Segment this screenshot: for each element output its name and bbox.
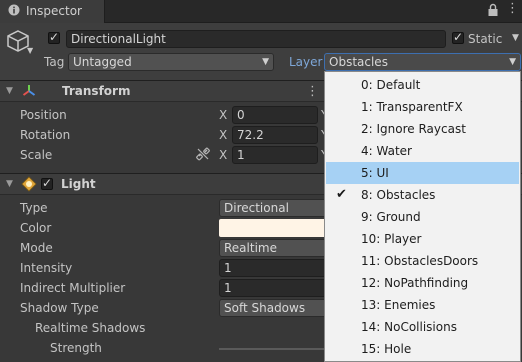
tab-inspector[interactable]: Inspector xyxy=(0,0,105,23)
foldout-arrow-icon[interactable]: ▼ xyxy=(6,179,13,189)
realtime-shadows-label: Realtime Shadows xyxy=(35,321,146,335)
layer-menu-item[interactable]: 11: ObstaclesDoors xyxy=(326,250,519,272)
layer-menu-item-label: 5: UI xyxy=(361,166,389,180)
layer-label: Layer xyxy=(289,55,323,69)
strength-label: Strength xyxy=(50,341,102,355)
checkmark-icon: ✔ xyxy=(336,187,347,202)
scale-x-label[interactable]: X xyxy=(219,148,227,162)
rotation-x-label[interactable]: X xyxy=(219,128,227,142)
layer-menu-item[interactable]: 5: UI xyxy=(326,162,519,184)
shadow-type-dropdown[interactable]: Soft Shadows xyxy=(219,299,329,317)
layer-menu-item[interactable]: 2: Ignore Raycast xyxy=(326,118,519,140)
active-checkbox[interactable] xyxy=(48,30,60,44)
layer-menu-item-label: 11: ObstaclesDoors xyxy=(361,254,479,268)
layer-menu-item-label: 12: NoPathfinding xyxy=(361,276,469,290)
tab-title: Inspector xyxy=(26,4,82,18)
intensity-label: Intensity xyxy=(20,261,73,275)
lock-icon[interactable] xyxy=(487,3,499,20)
layer-menu-item-label: 10: Player xyxy=(361,232,422,246)
static-dropdown-arrow-icon[interactable]: ▼ xyxy=(512,33,519,43)
layer-menu-item[interactable]: 0: Default xyxy=(326,74,519,96)
position-label: Position xyxy=(20,108,67,122)
unlink-scale-icon[interactable] xyxy=(196,147,210,164)
layer-menu-item-label: 2: Ignore Raycast xyxy=(361,122,466,136)
layer-menu-item-label: 14: NoCollisions xyxy=(361,320,457,334)
layer-menu-item-label: 4: Water xyxy=(361,144,412,158)
layer-menu-item-label: 9: Ground xyxy=(361,210,421,224)
light-enabled-checkbox[interactable] xyxy=(41,176,53,190)
layer-menu-item-label: 13: Enemies xyxy=(361,298,436,312)
color-label: Color xyxy=(20,221,52,235)
kebab-menu-icon[interactable]: ⋮ xyxy=(506,2,519,16)
transform-icon xyxy=(21,83,37,102)
indirect-multiplier-label: Indirect Multiplier xyxy=(20,281,126,295)
strength-slider[interactable] xyxy=(219,348,325,350)
chevron-down-icon: ▼ xyxy=(509,57,516,67)
foldout-arrow-icon[interactable]: ▼ xyxy=(6,86,13,96)
rotation-label: Rotation xyxy=(20,128,71,142)
layer-menu-item-label: 1: TransparentFX xyxy=(361,100,463,114)
static-checkbox[interactable] xyxy=(452,30,464,44)
layer-dropdown-menu: 0: Default 1: TransparentFX 2: Ignore Rayc… xyxy=(324,71,521,362)
mode-dropdown[interactable]: Realtime xyxy=(219,239,329,257)
mode-label: Mode xyxy=(20,241,53,255)
layer-menu-item[interactable]: 15: Hole xyxy=(326,338,519,360)
layer-menu-item[interactable]: 13: Enemies xyxy=(326,294,519,316)
tag-dropdown[interactable]: Untagged ▼ xyxy=(68,53,274,71)
static-label: Static xyxy=(468,32,503,46)
indirect-multiplier-field[interactable]: 1 xyxy=(219,279,329,297)
layer-menu-item[interactable]: ✔ 8: Obstacles xyxy=(326,184,519,206)
object-name-field[interactable]: DirectionalLight xyxy=(66,30,446,48)
type-dropdown[interactable]: Directional xyxy=(219,199,329,217)
layer-menu-item[interactable]: 9: Ground xyxy=(326,206,519,228)
tag-value: Untagged xyxy=(73,55,132,69)
chevron-down-icon: ▼ xyxy=(262,57,269,67)
layer-menu-item[interactable]: 4: Water xyxy=(326,140,519,162)
rotation-x-field[interactable]: 72.2 xyxy=(232,126,318,144)
transform-title: Transform xyxy=(62,84,131,98)
type-label: Type xyxy=(20,201,48,215)
layer-value: Obstacles xyxy=(329,55,388,69)
light-icon xyxy=(21,176,37,195)
shadow-type-label: Shadow Type xyxy=(20,301,99,315)
intensity-field[interactable]: 1 xyxy=(219,259,329,277)
layer-menu-item[interactable]: 14: NoCollisions xyxy=(326,316,519,338)
tag-label: Tag xyxy=(44,55,65,69)
layer-dropdown[interactable]: Obstacles ▼ xyxy=(324,53,521,71)
layer-menu-item[interactable]: 1: TransparentFX xyxy=(326,96,519,118)
scale-x-field[interactable]: 1 xyxy=(232,146,318,164)
layer-menu-item-label: 8: Obstacles xyxy=(361,188,436,202)
scale-label: Scale xyxy=(20,148,53,162)
position-x-field[interactable]: 0 xyxy=(232,106,318,124)
color-swatch[interactable] xyxy=(219,219,329,237)
layer-menu-item[interactable]: 12: NoPathfinding xyxy=(326,272,519,294)
info-icon xyxy=(8,4,20,19)
light-title: Light xyxy=(61,177,96,191)
transform-kebab-icon[interactable]: ⋮ xyxy=(306,84,319,99)
layer-menu-item-label: 15: Hole xyxy=(361,342,412,356)
position-x-label[interactable]: X xyxy=(219,108,227,122)
layer-menu-item-label: 0: Default xyxy=(361,78,421,92)
layer-menu-item[interactable]: 10: Player xyxy=(326,228,519,250)
icon-dropdown-arrow-icon[interactable]: ▼ xyxy=(27,46,33,55)
